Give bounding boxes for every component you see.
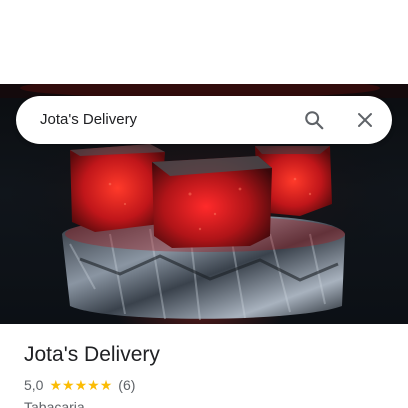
search-icon[interactable] bbox=[300, 106, 328, 134]
close-icon[interactable] bbox=[351, 106, 379, 134]
place-info-panel[interactable]: Jota's Delivery 5,0 ★ ★ ★ ★ ★ (6) Tabaca… bbox=[0, 324, 408, 408]
star-icon: ★ bbox=[49, 377, 63, 393]
top-empty-area bbox=[0, 0, 408, 84]
place-category: Tabacaria bbox=[24, 399, 85, 408]
place-title: Jota's Delivery bbox=[24, 343, 160, 366]
star-icon: ★ bbox=[74, 377, 88, 393]
star-icon: ★ bbox=[62, 377, 75, 393]
star-icon: ★ bbox=[99, 377, 113, 393]
maps-screen: Jota's Delivery Jota's Delivery 5,0 ★ ★ … bbox=[0, 0, 408, 408]
rating-row[interactable]: 5,0 ★ ★ ★ ★ ★ (6) bbox=[24, 376, 135, 394]
rating-value: 5,0 bbox=[24, 377, 44, 393]
search-bar[interactable]: Jota's Delivery bbox=[16, 96, 392, 144]
star-icon: ★ bbox=[87, 377, 100, 393]
search-query-text[interactable]: Jota's Delivery bbox=[40, 96, 137, 144]
review-count[interactable]: (6) bbox=[118, 377, 135, 393]
rating-stars: ★ ★ ★ ★ ★ bbox=[49, 378, 112, 392]
